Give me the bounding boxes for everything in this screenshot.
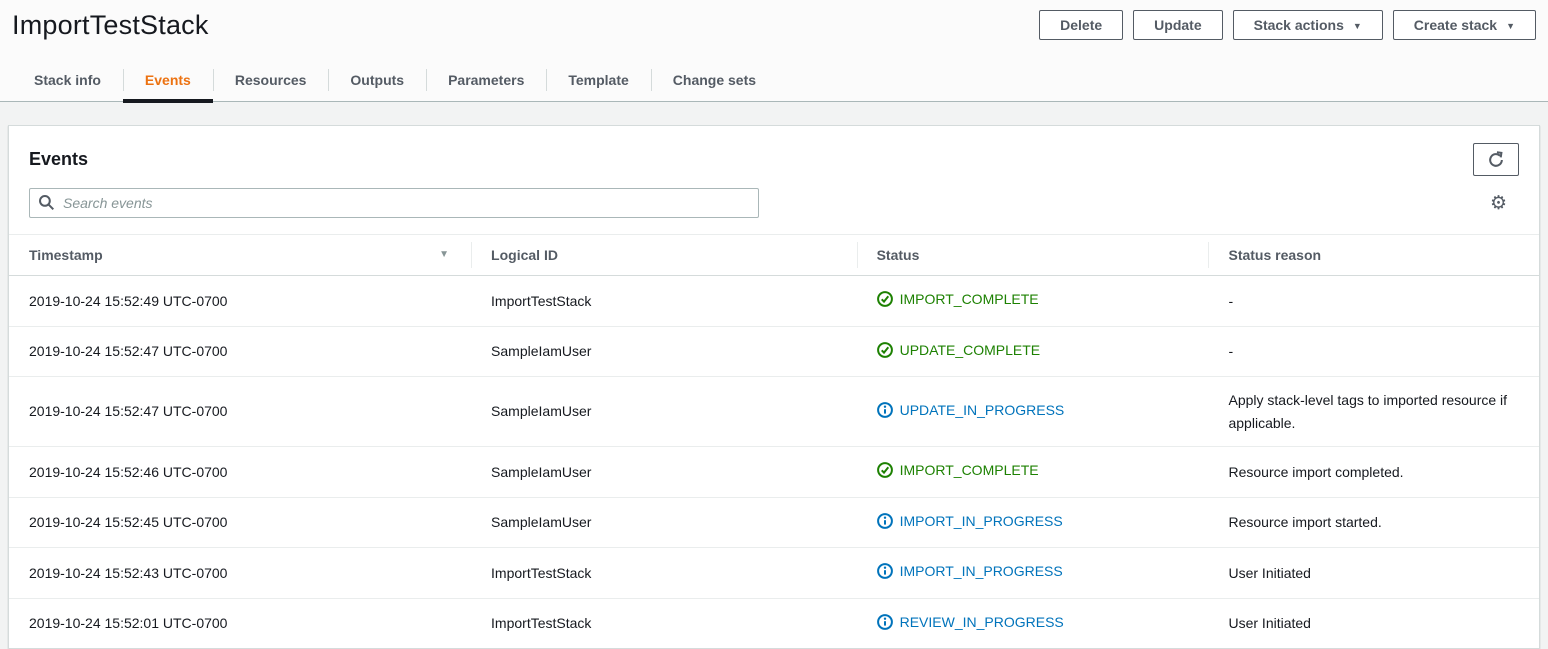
gear-icon[interactable]: ⚙	[1490, 194, 1519, 213]
column-header-status-reason: Status reason	[1208, 235, 1539, 276]
refresh-button[interactable]	[1473, 143, 1519, 176]
events-table-body: 2019-10-24 15:52:49 UTC-0700 ImportTestS…	[9, 276, 1539, 649]
info-circle-icon	[877, 563, 893, 579]
stack-actions-dropdown[interactable]: Stack actions ▼	[1233, 10, 1383, 40]
column-header-timestamp-label: Timestamp	[29, 247, 103, 263]
search-input[interactable]	[29, 188, 759, 218]
event-row: 2019-10-24 15:52:43 UTC-0700 ImportTestS…	[9, 548, 1539, 599]
delete-button[interactable]: Delete	[1039, 10, 1123, 40]
tab-resources[interactable]: Resources	[213, 58, 329, 101]
column-header-timestamp[interactable]: Timestamp ▼	[9, 235, 471, 276]
tab-label: Outputs	[350, 72, 404, 88]
tab-label: Stack info	[34, 72, 101, 88]
event-status-label: UPDATE_COMPLETE	[900, 339, 1041, 361]
event-logical-id: SampleIamUser	[471, 377, 857, 447]
column-header-logical-id: Logical ID	[471, 235, 857, 276]
event-status-label: IMPORT_COMPLETE	[900, 459, 1039, 481]
search-icon	[38, 194, 55, 211]
event-timestamp: 2019-10-24 15:52:49 UTC-0700	[9, 276, 471, 327]
event-row: 2019-10-24 15:52:45 UTC-0700 SampleIamUs…	[9, 497, 1539, 548]
event-timestamp: 2019-10-24 15:52:47 UTC-0700	[9, 326, 471, 377]
info-circle-icon	[877, 614, 893, 630]
event-timestamp: 2019-10-24 15:52:01 UTC-0700	[9, 598, 471, 648]
tab-label: Parameters	[448, 72, 524, 88]
tab-stack-info[interactable]: Stack info	[12, 58, 123, 101]
event-status-reason: Resource import started.	[1208, 497, 1539, 548]
events-table: Timestamp ▼ Logical ID Status Status rea…	[9, 234, 1539, 648]
caret-down-icon: ▼	[1353, 22, 1362, 31]
event-status-cell: IMPORT_COMPLETE	[857, 276, 1209, 327]
stack-actions-label: Stack actions	[1254, 17, 1344, 33]
refresh-icon	[1487, 151, 1505, 169]
column-header-status: Status	[857, 235, 1209, 276]
event-logical-id: SampleIamUser	[471, 326, 857, 377]
event-logical-id: SampleIamUser	[471, 446, 857, 497]
event-status-label: IMPORT_IN_PROGRESS	[900, 510, 1063, 532]
event-timestamp: 2019-10-24 15:52:45 UTC-0700	[9, 497, 471, 548]
create-stack-dropdown[interactable]: Create stack ▼	[1393, 10, 1536, 40]
stack-header-section: ImportTestStack Delete Update Stack acti…	[0, 0, 1548, 102]
event-status-reason: -	[1208, 276, 1539, 327]
header-actions: Delete Update Stack actions ▼ Create sta…	[1039, 8, 1536, 40]
event-status-label: IMPORT_COMPLETE	[900, 288, 1039, 310]
event-row: 2019-10-24 15:52:46 UTC-0700 SampleIamUs…	[9, 446, 1539, 497]
event-status-reason: Resource import completed.	[1208, 446, 1539, 497]
success-check-circle-icon	[877, 462, 893, 478]
tab-label: Events	[145, 72, 191, 88]
update-button[interactable]: Update	[1133, 10, 1222, 40]
event-logical-id: SampleIamUser	[471, 497, 857, 548]
info-circle-icon	[877, 513, 893, 529]
event-status-reason: Apply stack-level tags to imported resou…	[1208, 377, 1539, 447]
create-stack-label: Create stack	[1414, 17, 1497, 33]
event-status-reason: User Initiated	[1208, 548, 1539, 599]
success-check-circle-icon	[877, 342, 893, 358]
event-status-cell: REVIEW_IN_PROGRESS	[857, 598, 1209, 648]
events-panel-header: Events ⚙	[9, 126, 1539, 234]
tab-outputs[interactable]: Outputs	[328, 58, 426, 101]
event-row: 2019-10-24 15:52:47 UTC-0700 SampleIamUs…	[9, 377, 1539, 447]
tab-change-sets[interactable]: Change sets	[651, 58, 778, 101]
delete-button-label: Delete	[1060, 17, 1102, 33]
event-status-reason: -	[1208, 326, 1539, 377]
tab-label: Template	[568, 72, 628, 88]
tab-label: Change sets	[673, 72, 756, 88]
page-header: ImportTestStack Delete Update Stack acti…	[0, 0, 1548, 41]
event-row: 2019-10-24 15:52:49 UTC-0700 ImportTestS…	[9, 276, 1539, 327]
event-status-cell: UPDATE_IN_PROGRESS	[857, 377, 1209, 447]
events-panel: Events ⚙	[8, 125, 1540, 649]
event-logical-id: ImportTestStack	[471, 276, 857, 327]
event-status-label: UPDATE_IN_PROGRESS	[900, 399, 1065, 421]
tab-bar: Stack info Events Resources Outputs Para…	[0, 58, 1548, 102]
tab-events[interactable]: Events	[123, 58, 213, 101]
tab-label: Resources	[235, 72, 307, 88]
search-box	[29, 188, 759, 218]
caret-down-icon: ▼	[1506, 22, 1515, 31]
event-status-cell: IMPORT_IN_PROGRESS	[857, 497, 1209, 548]
event-status-label: REVIEW_IN_PROGRESS	[900, 611, 1064, 633]
info-circle-icon	[877, 402, 893, 418]
event-status-reason: User Initiated	[1208, 598, 1539, 648]
tab-template[interactable]: Template	[546, 58, 650, 101]
event-row: 2019-10-24 15:52:01 UTC-0700 ImportTestS…	[9, 598, 1539, 648]
event-status-label: IMPORT_IN_PROGRESS	[900, 560, 1063, 582]
event-timestamp: 2019-10-24 15:52:43 UTC-0700	[9, 548, 471, 599]
event-logical-id: ImportTestStack	[471, 548, 857, 599]
page-title: ImportTestStack	[12, 8, 209, 41]
success-check-circle-icon	[877, 291, 893, 307]
event-row: 2019-10-24 15:52:47 UTC-0700 SampleIamUs…	[9, 326, 1539, 377]
event-status-cell: IMPORT_IN_PROGRESS	[857, 548, 1209, 599]
event-status-cell: UPDATE_COMPLETE	[857, 326, 1209, 377]
update-button-label: Update	[1154, 17, 1201, 33]
sort-desc-icon: ▼	[439, 249, 449, 260]
table-header-row: Timestamp ▼ Logical ID Status Status rea…	[9, 235, 1539, 276]
event-timestamp: 2019-10-24 15:52:47 UTC-0700	[9, 377, 471, 447]
event-logical-id: ImportTestStack	[471, 598, 857, 648]
event-status-cell: IMPORT_COMPLETE	[857, 446, 1209, 497]
events-panel-title: Events	[29, 143, 88, 170]
event-timestamp: 2019-10-24 15:52:46 UTC-0700	[9, 446, 471, 497]
tab-parameters[interactable]: Parameters	[426, 58, 546, 101]
